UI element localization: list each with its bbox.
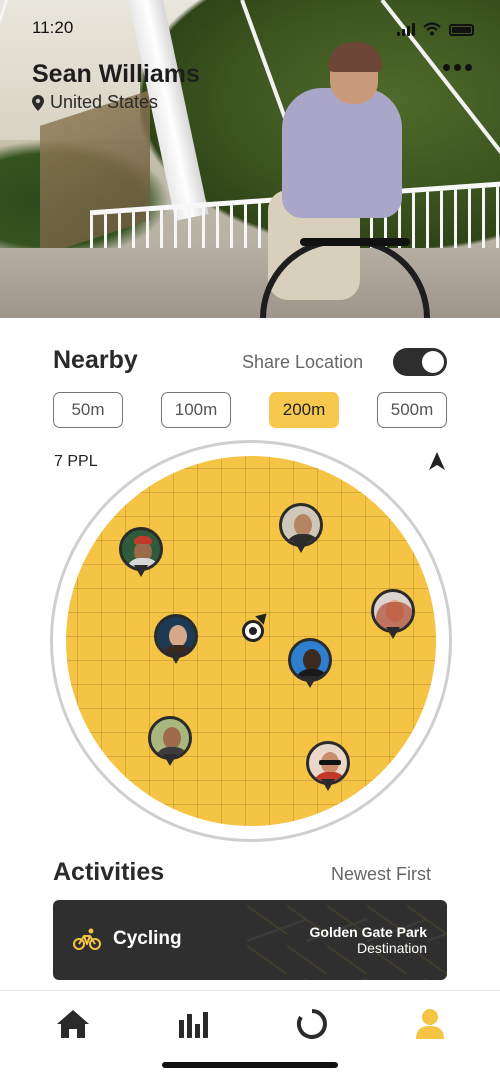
bar-chart-icon [179, 1012, 208, 1038]
bicycle-icon [73, 928, 101, 950]
tab-home[interactable] [53, 1006, 93, 1042]
current-location-marker [242, 620, 264, 642]
rider-body [282, 88, 402, 218]
home-icon [57, 1010, 89, 1038]
profile-header-photo [0, 0, 500, 318]
status-time: 11:20 [32, 18, 74, 37]
share-location-toggle[interactable] [393, 348, 447, 376]
cellular-signal-icon [397, 23, 415, 36]
distance-100m-button[interactable]: 100m [161, 392, 231, 428]
bicycle-handlebar [300, 238, 410, 246]
tab-stats[interactable] [174, 1006, 214, 1042]
nearby-person-pin[interactable] [279, 503, 323, 555]
activities-title: Activities [53, 858, 165, 886]
nearby-person-pin[interactable] [154, 614, 198, 666]
nearby-person-pin[interactable] [148, 716, 192, 768]
more-options-icon[interactable] [443, 64, 472, 71]
ring-icon [297, 1009, 327, 1039]
wifi-icon [423, 22, 441, 36]
tab-profile[interactable] [410, 1006, 450, 1042]
profile-location-text: United States [50, 92, 159, 112]
distance-500m-button[interactable]: 500m [377, 392, 447, 428]
tab-activity[interactable] [292, 1006, 332, 1042]
nearby-person-pin[interactable] [119, 527, 163, 579]
activity-place: Golden Gate Park [309, 924, 427, 940]
profile-name: Sean Williams [32, 60, 200, 88]
nearby-title: Nearby [53, 346, 138, 374]
location-pin-icon [32, 94, 44, 111]
distance-200m-button[interactable]: 200m [269, 392, 339, 428]
nearby-person-pin[interactable] [371, 589, 415, 641]
home-indicator [162, 1062, 338, 1068]
status-icons [397, 22, 474, 36]
battery-icon [449, 24, 474, 36]
activity-card[interactable]: Cycling Golden Gate Park Destination [53, 900, 447, 980]
activity-place-role: Destination [356, 940, 427, 956]
share-location-label: Share Location [242, 352, 364, 372]
toggle-knob [422, 351, 444, 373]
user-icon [416, 1009, 444, 1039]
nearby-person-pin[interactable] [306, 741, 350, 793]
distance-50m-button[interactable]: 50m [53, 392, 123, 428]
activity-name: Cycling [113, 928, 182, 949]
nearby-person-pin[interactable] [288, 638, 332, 690]
profile-location: United States [32, 92, 158, 113]
sort-selector[interactable]: Newest First [331, 864, 431, 885]
